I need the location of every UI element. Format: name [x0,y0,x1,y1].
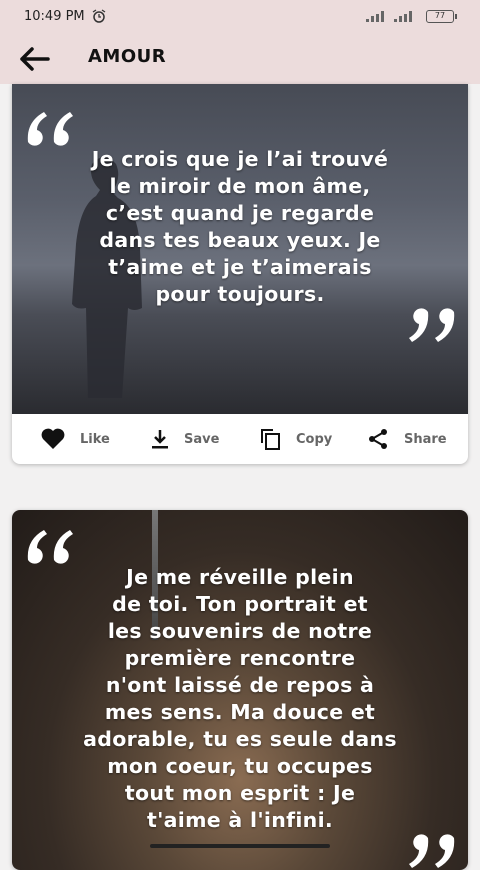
download-icon [152,430,168,449]
signal-icon [394,11,412,22]
quote-line: mes sens. Ma douce et [104,700,376,724]
quote-text: Je crois que je l’ai trouvé le miroir de… [12,146,468,308]
open-quote-icon [27,112,73,146]
quote-line: c’est quand je regarde [105,201,375,225]
quote-line: t'aime à l'infini. [147,808,333,832]
quote-line: tout mon esprit : Je [124,781,356,805]
quote-line: n'ont laissé de repos à [105,673,375,697]
quote-line: mon coeur, tu occupes [107,754,373,778]
copy-button[interactable]: Copy [258,426,332,452]
share-button[interactable]: Share [366,426,447,452]
quote-text: Je me réveille plein de toi. Ton portrai… [12,564,468,834]
quote-line: Je me réveille plein [126,565,354,589]
signal-icon [366,11,384,22]
quote-line: dans tes beaux yeux. Je [99,228,381,252]
page-title: AMOUR [88,46,167,67]
share-icon [369,429,387,449]
quote-line: Je crois que je l’ai trouvé [91,147,389,171]
quote-line: de toi. Ton portrait et [112,592,368,616]
quote-card: Je crois que je l’ai trouvé le miroir de… [12,84,468,464]
quote-image[interactable]: Je crois que je l’ai trouvé le miroir de… [12,84,468,414]
battery-icon: 77 [426,10,457,23]
like-button[interactable]: Like [40,426,110,452]
quote-line: le miroir de mon âme, [109,174,371,198]
app-bar: AMOUR [0,34,480,84]
status-bar: 10:49 PM 77 [0,0,480,34]
copy-icon [261,429,280,450]
close-quote-icon [409,308,455,342]
battery-level: 77 [434,11,446,20]
alarm-clock-icon [92,9,106,23]
action-bar: Like Save Copy Share [12,414,468,464]
quote-line: t’aime et je t’aimerais [108,255,372,279]
save-button[interactable]: Save [150,426,219,452]
open-quote-icon [27,530,73,564]
share-label: Share [404,431,447,447]
quote-line: première rencontre [124,646,356,670]
quote-line: adorable, tu es seule dans [83,727,397,751]
quote-line: les souvenirs de notre [107,619,373,643]
close-quote-icon [409,834,455,868]
gesture-nav-handle[interactable] [150,844,330,848]
save-label: Save [184,431,220,447]
quote-image[interactable]: Je me réveille plein de toi. Ton portrai… [12,510,468,870]
like-label: Like [80,431,110,447]
copy-label: Copy [296,431,333,447]
heart-icon [41,428,65,449]
quote-line: pour toujours. [155,282,325,306]
back-arrow-icon[interactable] [14,44,54,74]
status-time: 10:49 PM [24,9,85,24]
quote-card: Je me réveille plein de toi. Ton portrai… [12,510,468,870]
